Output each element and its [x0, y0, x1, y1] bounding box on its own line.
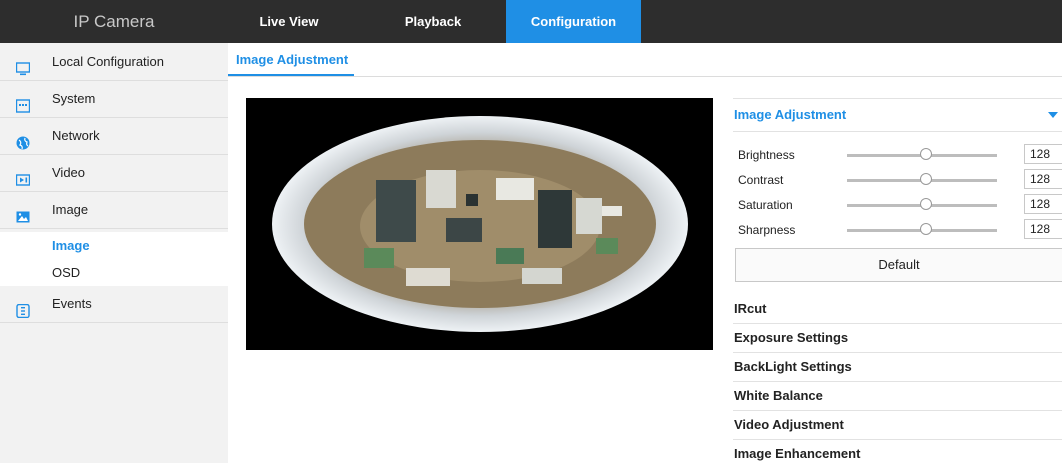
globe-icon	[16, 128, 30, 150]
sidebar-item-label: Events	[52, 296, 92, 311]
tab-live-view[interactable]: Live View	[236, 0, 342, 43]
events-icon	[16, 296, 30, 319]
brightness-label: Brightness	[738, 148, 795, 162]
sidebar-subitem-label: Image	[52, 238, 90, 253]
video-preview[interactable]	[246, 98, 713, 350]
system-icon	[15, 91, 31, 113]
saturation-input[interactable]	[1024, 194, 1062, 214]
collapse-arrow-icon[interactable]	[1048, 112, 1058, 118]
image-icon	[16, 202, 30, 223]
section-label: IRcut	[734, 301, 767, 316]
sidebar: Local Configuration System Network Video…	[0, 43, 228, 463]
sidebar-item-events[interactable]: Events	[0, 286, 228, 323]
sidebar-subitem-osd[interactable]: OSD	[0, 259, 228, 287]
sidebar-item-label: Local Configuration	[52, 54, 165, 69]
sidebar-item-video[interactable]: Video	[0, 155, 228, 192]
section-ircut[interactable]: IRcut	[733, 294, 1062, 324]
sidebar-item-label: Image	[52, 202, 89, 217]
section-backlight-settings[interactable]: BackLight Settings	[733, 352, 1062, 382]
brightness-row: Brightness	[733, 142, 1062, 167]
section-label: BackLight Settings	[734, 359, 852, 374]
sidebar-subitem-image[interactable]: Image	[0, 232, 228, 260]
brightness-slider-handle[interactable]	[920, 148, 932, 160]
image-adjustment-header[interactable]: Image Adjustment	[733, 98, 1062, 132]
sidebar-item-system[interactable]: System	[0, 81, 228, 118]
sharpness-row: Sharpness	[733, 217, 1062, 242]
section-image-enhancement[interactable]: Image Enhancement	[733, 439, 1062, 468]
sharpness-input[interactable]	[1024, 219, 1062, 239]
saturation-slider-handle[interactable]	[920, 198, 932, 210]
sidebar-item-network[interactable]: Network	[0, 118, 228, 155]
section-label: White Balance	[734, 388, 823, 403]
section-label: Image Enhancement	[734, 446, 861, 461]
section-label: Exposure Settings	[734, 330, 849, 345]
section-white-balance[interactable]: White Balance	[733, 381, 1062, 411]
tab-playback[interactable]: Playback	[380, 0, 486, 43]
section-label: Video Adjustment	[734, 417, 844, 432]
sidebar-item-label: Network	[52, 128, 100, 143]
tab-configuration[interactable]: Configuration	[506, 0, 641, 43]
contrast-row: Contrast	[733, 167, 1062, 192]
contrast-input[interactable]	[1024, 169, 1062, 189]
section-video-adjustment[interactable]: Video Adjustment	[733, 410, 1062, 440]
sidebar-item-label: Video	[52, 165, 86, 180]
sidebar-item-local-configuration[interactable]: Local Configuration	[0, 44, 228, 81]
contrast-label: Contrast	[738, 173, 784, 187]
brand-title: IP Camera	[73, 12, 155, 31]
sidebar-item-label: System	[52, 91, 96, 106]
saturation-label: Saturation	[738, 198, 793, 212]
panel-title: Image Adjustment	[734, 107, 847, 122]
top-navigation-bar: IP Camera Live View Playback Configurati…	[0, 0, 1062, 43]
tab-image-adjustment[interactable]: Image Adjustment	[228, 43, 355, 76]
contrast-slider-handle[interactable]	[920, 173, 932, 185]
content-tab-bar: Image Adjustment	[228, 43, 1062, 77]
sidebar-subitem-label: OSD	[52, 265, 81, 280]
video-icon	[15, 165, 31, 186]
default-button[interactable]: Default	[735, 248, 1062, 282]
section-exposure-settings[interactable]: Exposure Settings	[733, 323, 1062, 353]
sharpness-slider-handle[interactable]	[920, 223, 932, 235]
saturation-row: Saturation	[733, 192, 1062, 217]
sharpness-label: Sharpness	[738, 223, 796, 237]
fisheye-image	[246, 98, 713, 350]
monitor-icon	[15, 54, 31, 76]
brightness-input[interactable]	[1024, 144, 1062, 164]
sidebar-item-image[interactable]: Image	[0, 192, 228, 229]
